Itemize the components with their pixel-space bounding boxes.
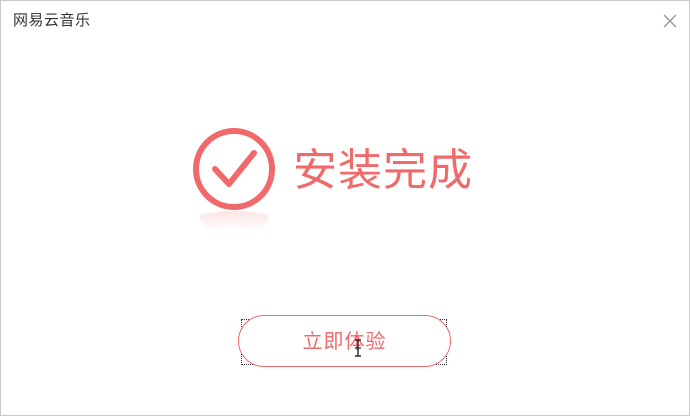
install-complete-heading: 安装完成 — [293, 145, 473, 196]
check-circle-icon — [187, 123, 283, 235]
close-button[interactable] — [659, 10, 681, 32]
try-now-button[interactable]: 立即体验 — [238, 315, 451, 367]
close-icon — [663, 14, 677, 28]
window-title: 网易云音乐 — [13, 11, 91, 29]
installer-window: 网易云音乐 安装完成 立即体验 — [0, 0, 690, 416]
